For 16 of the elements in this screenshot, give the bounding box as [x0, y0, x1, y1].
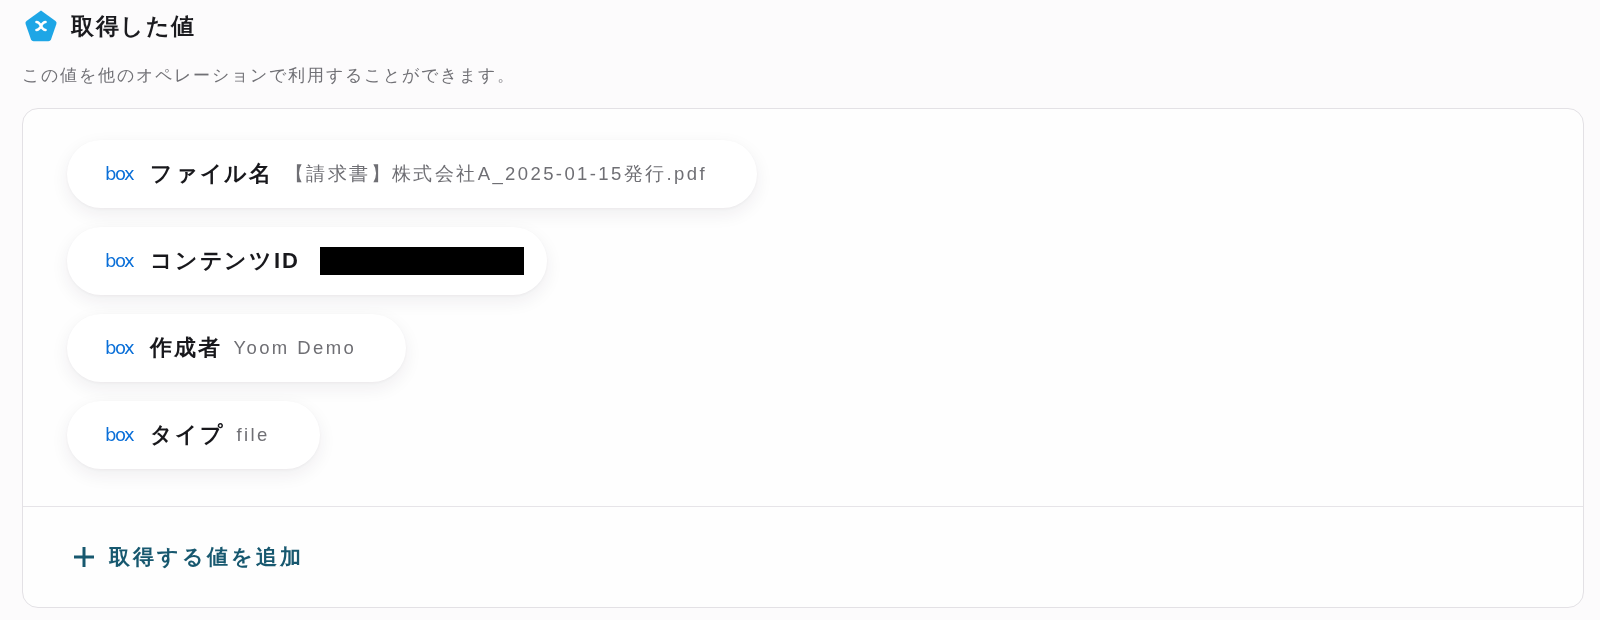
section-title: 取得した値 [71, 11, 196, 41]
field-label: ファイル名 [150, 160, 274, 188]
app-logo: box [105, 164, 134, 184]
section-description: この値を他のオペレーションで利用することができます。 [22, 65, 517, 86]
field-label: 作成者 [150, 334, 222, 362]
field-value: 【請求書】株式会社A_2025-01-15発行.pdf [285, 162, 707, 187]
field-value: Yoom Demo [233, 336, 357, 360]
field-value: file [236, 423, 270, 447]
pentagon-x-icon [24, 8, 58, 43]
app-logo: box [105, 425, 134, 445]
plus-icon [73, 546, 95, 568]
app-logo: box [105, 251, 134, 271]
app-logo: box [105, 338, 134, 358]
field-label: タイプ [150, 421, 225, 449]
field-label: コンテンツID [150, 247, 300, 275]
add-value-button[interactable]: 取得する値を追加 [71, 539, 306, 575]
